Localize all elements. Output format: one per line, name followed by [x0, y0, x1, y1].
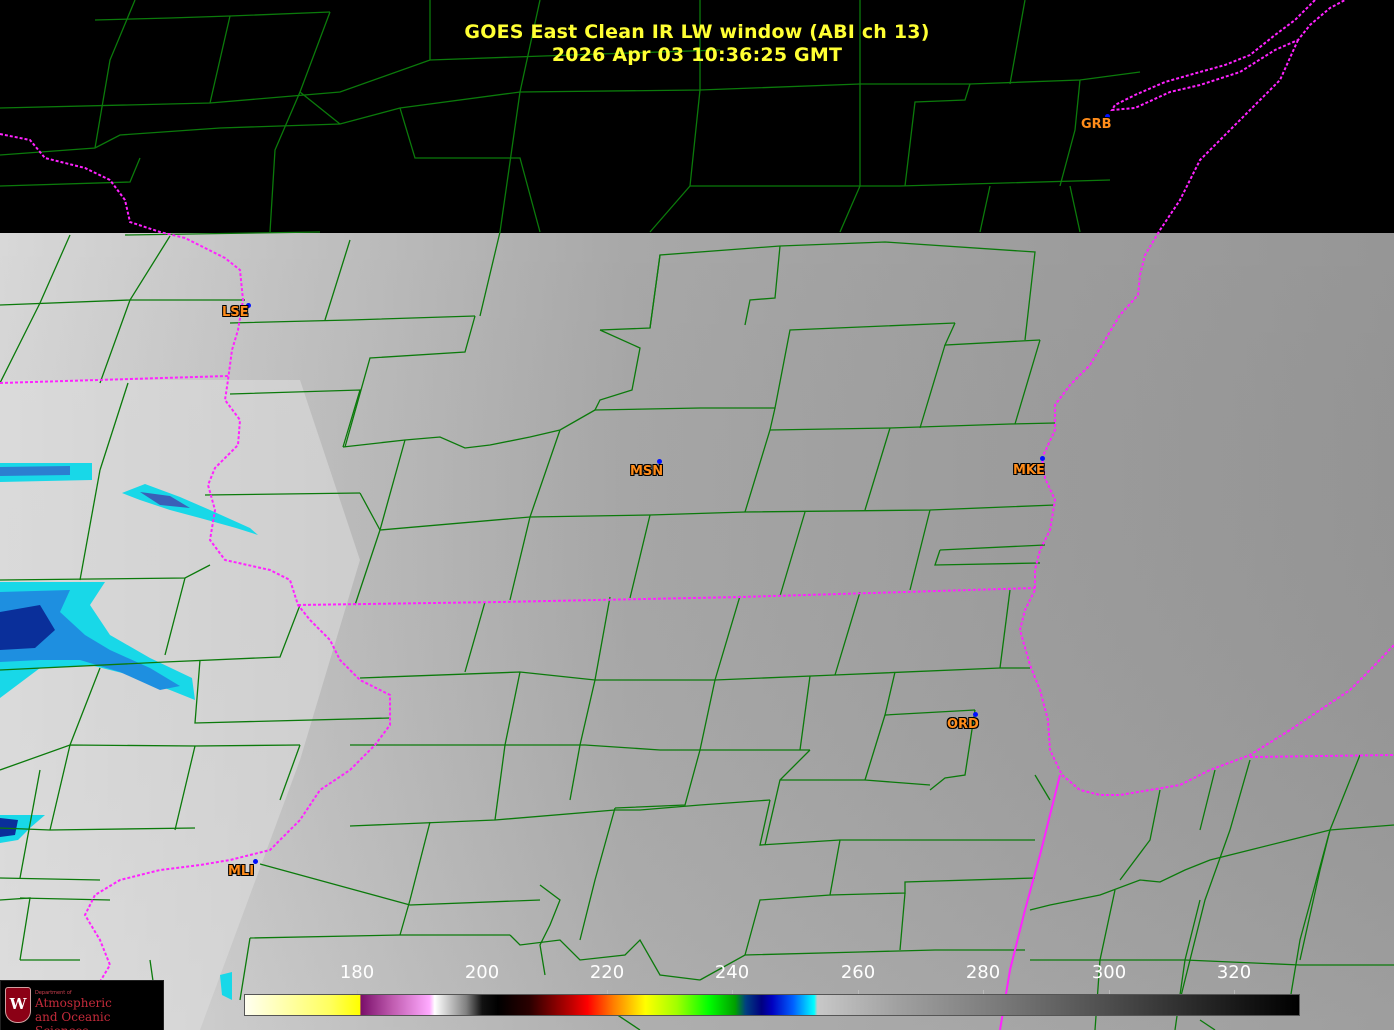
logo-line1: Atmospheric	[35, 996, 112, 1010]
aos-logo: W Department of Atmospheric and Oceanic …	[0, 980, 164, 1030]
map-title: GOES East Clean IR LW window (ABI ch 13)	[464, 21, 930, 43]
satellite-map: GOES East Clean IR LW window (ABI ch 13)…	[0, 0, 1394, 1030]
temperature-colorbar	[244, 994, 1300, 1016]
station-label-lse: LSE	[222, 305, 249, 320]
colorbar-tick-label: 300	[1091, 962, 1127, 983]
colorbar-tick-label: 180	[339, 962, 375, 983]
colorbar-tick-label: 220	[589, 962, 625, 983]
station-label-grb: GRB	[1081, 117, 1112, 132]
colorbar-tick-label: 260	[840, 962, 876, 983]
map-canvas	[0, 0, 1394, 1030]
colorbar-tick-label: 200	[464, 962, 500, 983]
station-label-mke: MKE	[1013, 463, 1045, 478]
colorbar-tick-label: 280	[965, 962, 1001, 983]
colorbar-tick-label: 320	[1216, 962, 1252, 983]
station-label-msn: MSN	[630, 464, 664, 479]
logo-line2: and Oceanic Sciences	[35, 1010, 111, 1030]
map-timestamp: 2026 Apr 03 10:36:25 GMT	[551, 44, 843, 66]
station-label-mli: MLI	[228, 864, 255, 879]
colorbar-tick-label: 240	[714, 962, 750, 983]
uw-shield-icon: W	[5, 987, 31, 1023]
station-dot-mke	[1040, 456, 1045, 461]
station-label-ord: ORD	[947, 717, 979, 732]
